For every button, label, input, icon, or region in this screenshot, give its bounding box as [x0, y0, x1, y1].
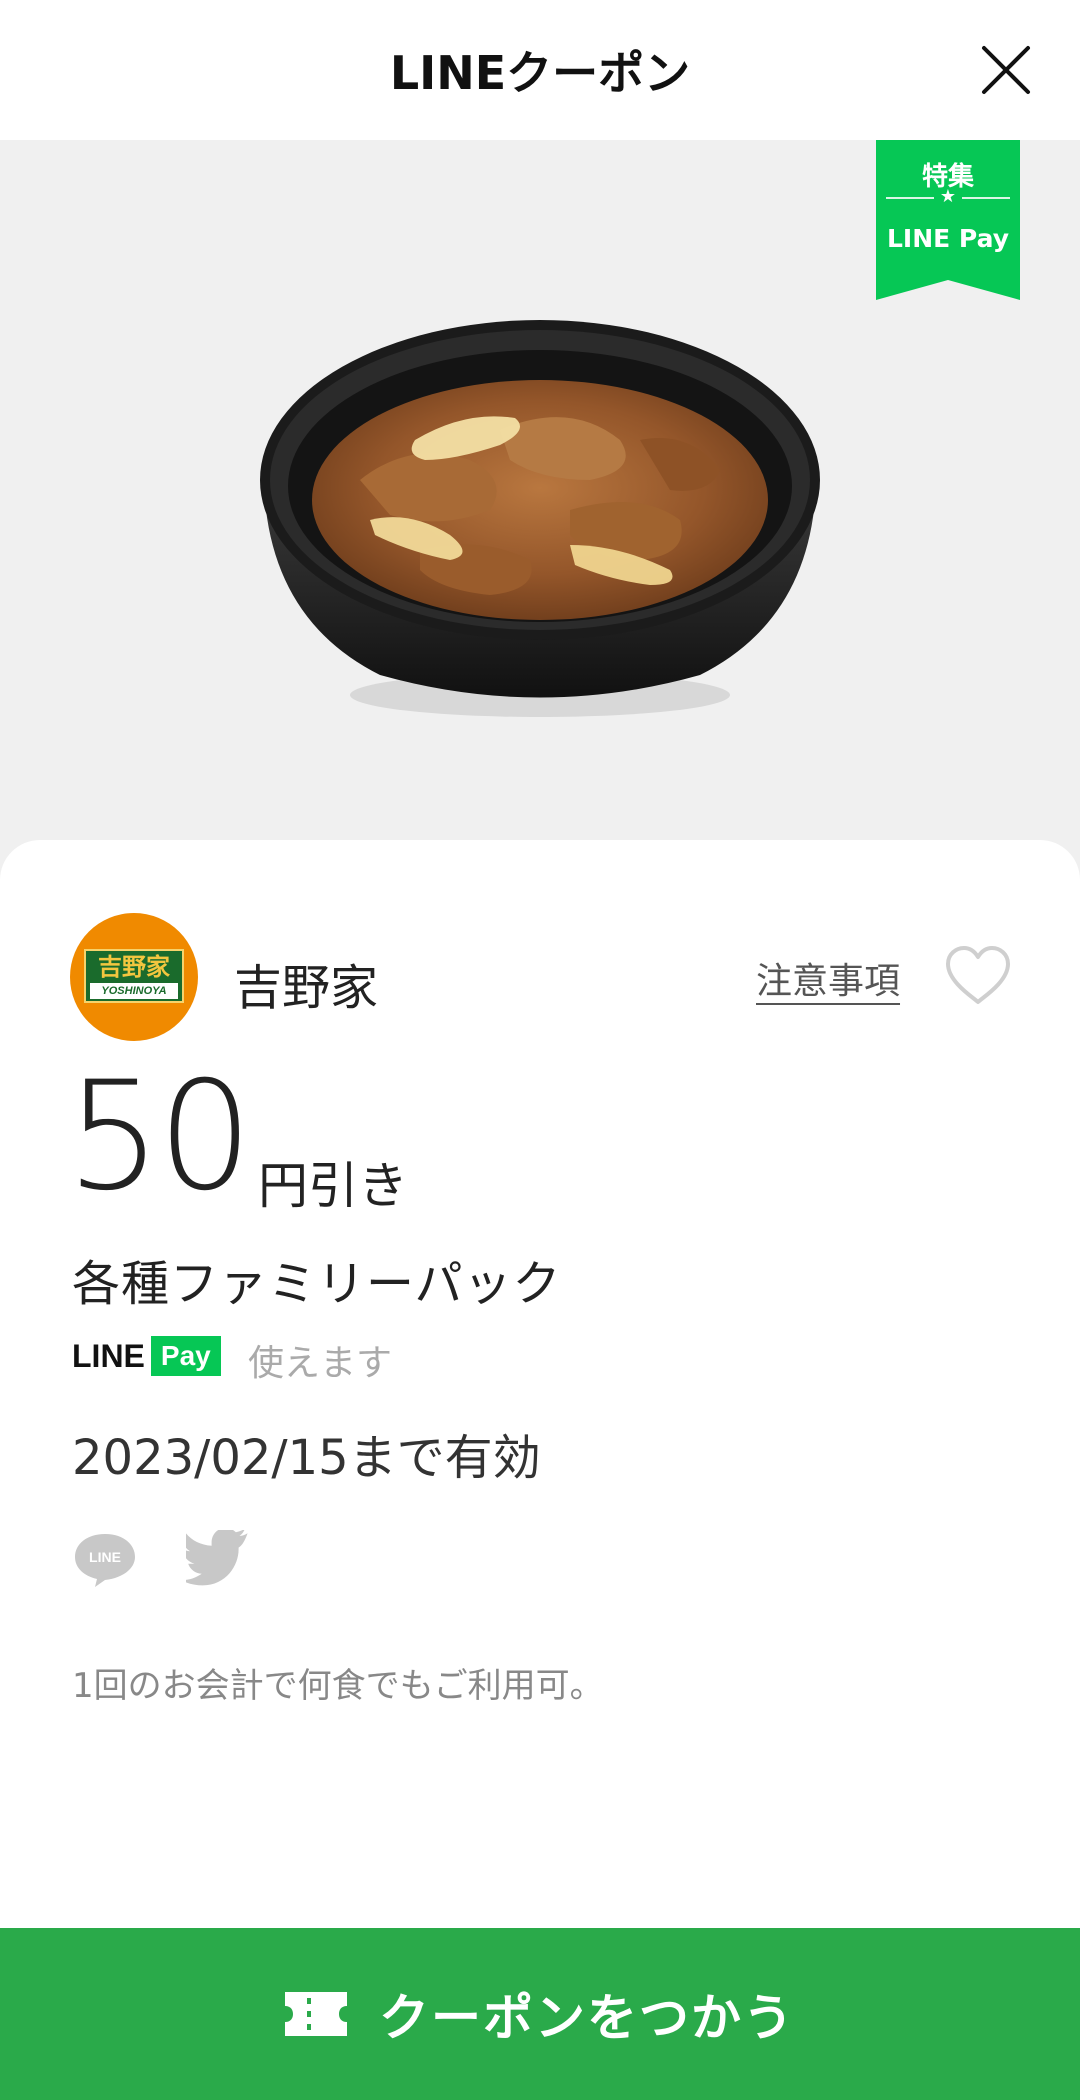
- svg-text:LINE: LINE: [89, 1549, 121, 1565]
- feature-ribbon-badge: 特集 ★ LINE Pay: [876, 140, 1020, 300]
- close-button[interactable]: [976, 40, 1036, 100]
- heart-outline-icon: [946, 946, 1010, 1004]
- line-pay-logo-pay: Pay: [150, 1336, 221, 1376]
- gyudon-bowl-image: [240, 290, 840, 740]
- discount-unit: 円引き: [258, 1157, 408, 1215]
- use-coupon-button[interactable]: クーポンをつかう: [0, 1928, 1080, 2100]
- item-name: 各種ファミリーパック: [72, 1256, 562, 1312]
- notes-link[interactable]: 注意事項: [756, 952, 900, 1004]
- close-icon: [982, 46, 1030, 94]
- validity-date: 2023/02/15まで有効: [72, 1430, 541, 1486]
- use-coupon-label: クーポンをつかう: [379, 1989, 795, 2047]
- line-share-icon: LINE: [75, 1534, 135, 1587]
- payment-status: 使えます: [248, 1343, 393, 1384]
- usage-note: 1回のお会計で何食でもご利用可。: [72, 1666, 604, 1706]
- coupon-card: 吉野家 YOSHINOYA 吉野家 注意事項 50 円引き 各種ファミリーパック…: [0, 840, 1080, 1930]
- ribbon-bottom-label: LINE Pay: [887, 224, 1009, 253]
- ribbon-divider: [962, 197, 1010, 199]
- line-share-button[interactable]: LINE: [72, 1530, 138, 1590]
- line-pay-logo-line: LINE: [72, 1337, 145, 1374]
- favorite-button[interactable]: [944, 944, 1012, 1008]
- brand-logo-roman: YOSHINOYA: [90, 983, 178, 999]
- twitter-icon: [186, 1530, 248, 1586]
- brand-logo: 吉野家 YOSHINOYA: [70, 913, 198, 1041]
- line-pay-logo: LINE Pay: [72, 1334, 221, 1378]
- coupon-page: LINEクーポン 特集 ★ LINE Pay 吉野家 YOSHINOYA 吉野家…: [0, 0, 1080, 2100]
- brand-name: 吉野家: [234, 960, 379, 1016]
- header: LINEクーポン: [0, 0, 1080, 140]
- brand-logo-kanji: 吉野家: [98, 953, 170, 981]
- discount-amount: 50: [66, 1050, 253, 1224]
- page-title: LINEクーポン: [389, 46, 691, 100]
- twitter-share-button[interactable]: [186, 1530, 254, 1590]
- brand-logo-plate: 吉野家 YOSHINOYA: [84, 949, 184, 1003]
- hero-image-area: 特集 ★ LINE Pay: [0, 140, 1080, 880]
- ticket-icon: [285, 1992, 347, 2036]
